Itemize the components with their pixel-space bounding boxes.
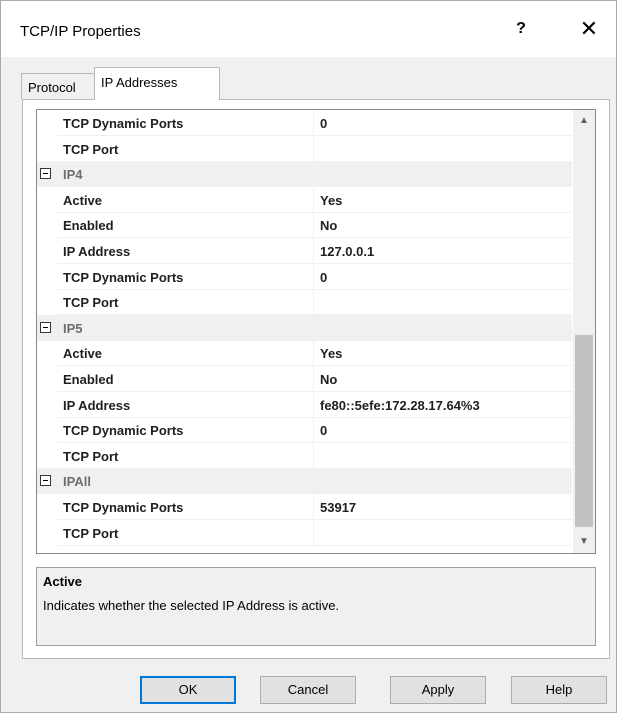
category-label: IP5 (63, 320, 83, 336)
property-row[interactable]: TCP Dynamic Ports 53917 (37, 494, 572, 520)
row-indent (37, 136, 57, 162)
row-indent (37, 366, 57, 392)
vertical-scrollbar[interactable]: ▲ ▼ (573, 110, 595, 553)
property-name: TCP Port (57, 289, 313, 316)
tcpip-properties-dialog: TCP/IP Properties ? ✕ Protocol IP Addres… (0, 0, 617, 713)
collapse-minus-icon[interactable] (40, 475, 51, 487)
dialog-title: TCP/IP Properties (20, 23, 141, 40)
ok-button[interactable]: OK (140, 676, 236, 704)
row-indent (37, 417, 57, 443)
tab-panel-ip-addresses: TCP Dynamic Ports 0 TCP Port IP4 Active Yes En… (22, 99, 610, 659)
description-text: Indicates whether the selected IP Addres… (43, 598, 340, 613)
help-button[interactable]: Help (511, 676, 607, 704)
property-name: Enabled (57, 366, 313, 392)
property-value[interactable]: 127.0.0.1 (313, 238, 572, 264)
row-indent (37, 443, 57, 469)
property-name: TCP Dynamic Ports (57, 110, 313, 136)
close-icon[interactable]: ✕ (569, 13, 609, 45)
property-name: IP Address (57, 392, 313, 418)
property-row[interactable]: Active Yes (37, 340, 572, 367)
property-value[interactable]: No (313, 366, 572, 392)
property-name: Enabled (57, 212, 313, 239)
tab-protocol[interactable]: Protocol (21, 73, 95, 99)
row-indent (37, 238, 57, 264)
collapse-minus-icon[interactable] (40, 168, 51, 180)
description-pane: Active Indicates whether the selected IP… (36, 567, 596, 646)
apply-button[interactable]: Apply (390, 676, 486, 704)
title-bar: TCP/IP Properties ? ✕ (1, 1, 616, 57)
property-name: Active (57, 340, 313, 367)
property-grid: TCP Dynamic Ports 0 TCP Port IP4 Active Yes En… (36, 109, 596, 554)
property-value[interactable]: Yes (313, 340, 572, 367)
scrollbar-thumb[interactable] (575, 335, 593, 527)
help-icon[interactable]: ? (501, 13, 541, 45)
collapse-minus-icon[interactable] (40, 321, 51, 333)
property-name: TCP Port (57, 136, 313, 162)
description-title: Active (43, 574, 83, 589)
property-value[interactable]: Yes (313, 186, 572, 213)
property-value[interactable]: No (313, 212, 572, 239)
property-row[interactable]: Enabled No (37, 212, 572, 239)
property-row[interactable]: TCP Port (37, 135, 572, 162)
property-row[interactable]: Active Yes (37, 186, 572, 213)
property-value[interactable]: fe80::5efe:172.28.17.64%3 (313, 391, 572, 418)
property-value[interactable] (313, 135, 572, 162)
property-value[interactable] (313, 289, 572, 316)
property-row[interactable]: TCP Port (37, 519, 572, 546)
category-row[interactable]: IP4 (37, 161, 572, 188)
property-row[interactable]: TCP Port (37, 289, 572, 316)
property-row[interactable]: TCP Port (37, 442, 572, 469)
property-name: TCP Port (57, 443, 313, 469)
property-value[interactable]: 0 (313, 417, 572, 444)
property-name: TCP Port (57, 520, 313, 546)
scroll-up-arrow-icon[interactable]: ▲ (573, 110, 595, 132)
category-label: IPAll (63, 474, 91, 490)
cancel-button[interactable]: Cancel (260, 676, 356, 704)
row-indent (37, 340, 57, 366)
scroll-down-arrow-icon[interactable]: ▼ (573, 531, 595, 553)
row-indent (37, 212, 57, 238)
property-name: TCP Dynamic Ports (57, 494, 313, 520)
row-indent (37, 264, 57, 290)
row-indent (37, 110, 57, 136)
property-value[interactable]: 53917 (313, 494, 572, 520)
property-row[interactable]: Enabled No (37, 366, 572, 392)
property-name: IP Address (57, 238, 313, 264)
property-name: TCP Dynamic Ports (57, 417, 313, 444)
category-label: IP4 (63, 167, 83, 183)
tab-ip-addresses[interactable]: IP Addresses (94, 67, 220, 100)
row-indent (37, 494, 57, 520)
property-row[interactable]: TCP Dynamic Ports 0 (37, 417, 572, 444)
category-row[interactable]: IP5 (37, 314, 572, 341)
property-value[interactable]: 0 (313, 263, 572, 290)
row-indent (37, 289, 57, 315)
row-indent (37, 520, 57, 546)
property-value[interactable] (313, 442, 572, 469)
property-row[interactable]: TCP Dynamic Ports 0 (37, 110, 572, 136)
row-indent (37, 187, 57, 213)
property-row[interactable]: IP Address 127.0.0.1 (37, 238, 572, 264)
property-row[interactable]: TCP Dynamic Ports 0 (37, 263, 572, 290)
category-row[interactable]: IPAll (37, 468, 572, 495)
property-name: Active (57, 187, 313, 213)
row-indent (37, 392, 57, 418)
property-row[interactable]: IP Address fe80::5efe:172.28.17.64%3 (37, 391, 572, 418)
property-value[interactable]: 0 (313, 110, 572, 136)
property-name: TCP Dynamic Ports (57, 264, 313, 290)
property-value[interactable] (313, 519, 572, 546)
